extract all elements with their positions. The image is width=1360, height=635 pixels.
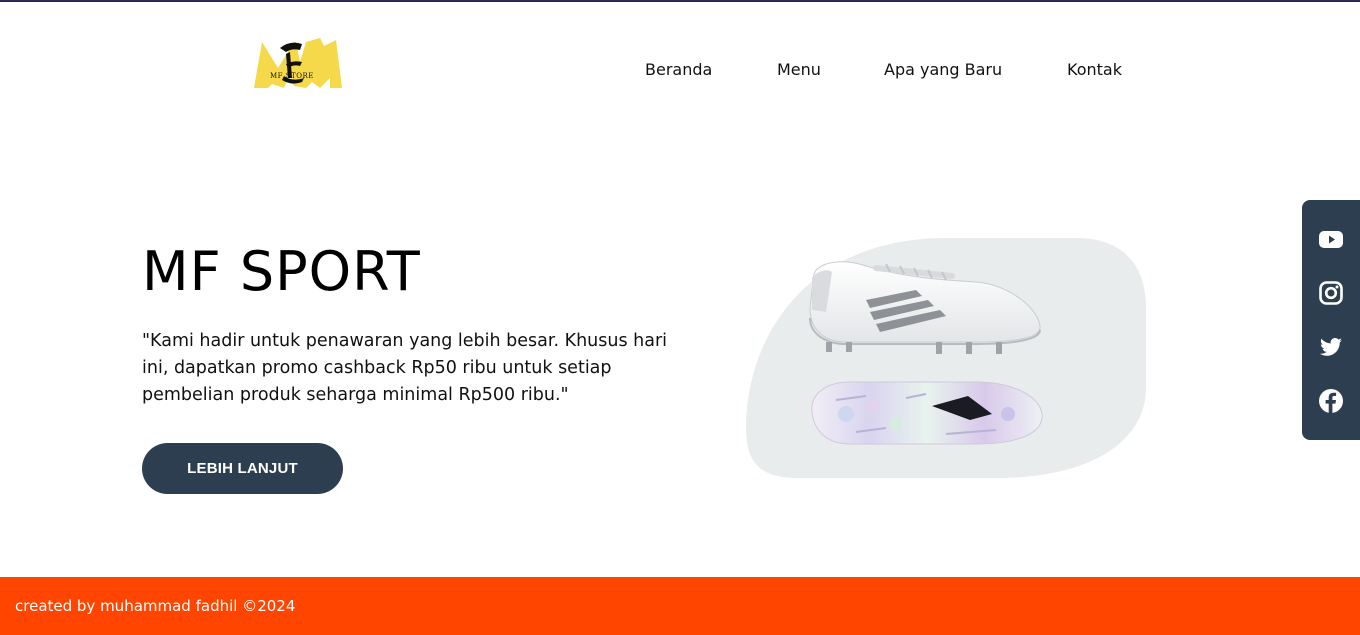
lebih-lanjut-button[interactable]: LEBIH LANJUT: [142, 443, 343, 494]
nav-kontak[interactable]: Kontak: [1067, 60, 1122, 79]
nav-apa-yang-baru[interactable]: Apa yang Baru: [884, 60, 1002, 79]
main-nav: Beranda Menu Apa yang Baru Kontak: [0, 60, 1360, 84]
product-image: [746, 238, 1146, 478]
footer-credit: created by muhammad fadhil ©2024: [15, 597, 296, 615]
hero-description: "Kami hadir untuk penawaran yang lebih b…: [142, 331, 668, 405]
nav-beranda[interactable]: Beranda: [645, 60, 712, 79]
youtube-icon[interactable]: [1318, 226, 1344, 252]
footer: created by muhammad fadhil ©2024: [0, 577, 1360, 635]
facebook-icon[interactable]: [1318, 388, 1344, 414]
hero-title: MF SPORT: [142, 240, 421, 303]
top-border: [0, 0, 1360, 2]
twitter-icon[interactable]: [1318, 334, 1344, 360]
nav-menu[interactable]: Menu: [777, 60, 821, 79]
social-links-panel: [1302, 200, 1360, 440]
instagram-icon[interactable]: [1318, 280, 1344, 306]
